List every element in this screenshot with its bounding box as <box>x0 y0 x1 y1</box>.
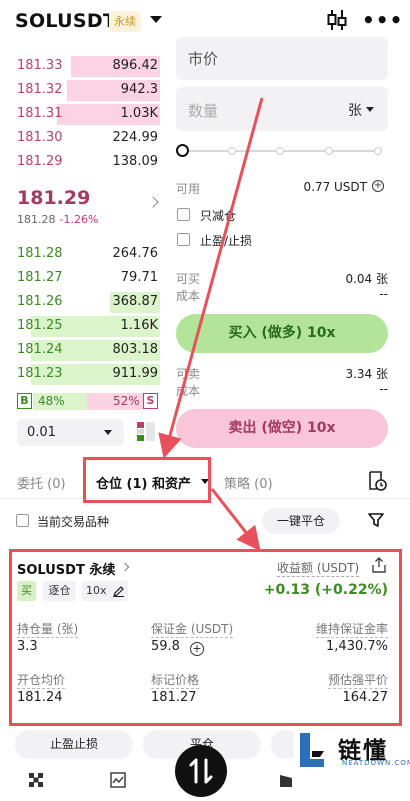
bid-price: 181.24 <box>17 342 63 357</box>
tp-sl-label: 止盈/止损 <box>200 234 253 248</box>
bid-row[interactable]: 181.28 264.76 <box>0 243 160 266</box>
precision-value: 0.01 <box>27 425 56 440</box>
ask-row[interactable]: 181.32 942.3 <box>0 79 160 102</box>
ask-price: 181.29 <box>17 154 63 169</box>
chevron-down-icon <box>366 107 374 112</box>
slider-step[interactable] <box>374 147 382 155</box>
order-type-field[interactable]: 市价 <box>176 37 388 80</box>
watermark: 链懂 NEATDOWN.COM <box>294 729 410 771</box>
current-symbol-label: 当前交易品种 <box>37 515 110 529</box>
bid-qty: 79.71 <box>120 270 158 285</box>
sell-label: S <box>143 393 158 409</box>
reduce-only-checkbox[interactable] <box>177 208 190 221</box>
ask-price: 181.33 <box>17 58 63 73</box>
tab-orders[interactable]: 委托 (0) <box>17 473 66 492</box>
cost-label: 成本 <box>176 289 201 303</box>
slider-thumb[interactable] <box>176 144 189 157</box>
cost-value: -- <box>379 287 388 301</box>
trade-switch-button[interactable] <box>175 745 227 797</box>
sell-ratio: 52% <box>113 394 140 408</box>
candlestick-icon[interactable] <box>326 8 348 32</box>
bid-row[interactable]: 181.26 368.87 <box>0 291 160 314</box>
order-type-value: 市价 <box>188 50 219 68</box>
bid-price: 181.26 <box>17 294 63 309</box>
price-change: -1.26% <box>59 213 99 226</box>
ask-row[interactable]: 181.29 138.09 <box>0 151 160 174</box>
quantity-placeholder: 数量 <box>188 102 219 120</box>
chart-icon[interactable] <box>110 772 126 788</box>
ask-price: 181.30 <box>17 130 63 145</box>
bid-qty: 803.18 <box>112 342 159 357</box>
buy-long-button[interactable]: 买入 (做多) 10x <box>176 314 388 353</box>
bid-qty: 911.99 <box>112 366 159 381</box>
buy-label: B <box>17 393 32 409</box>
watermark-sub: NEATDOWN.COM <box>342 759 410 767</box>
quantity-unit[interactable]: 张 <box>348 100 362 120</box>
bid-qty: 264.76 <box>112 246 159 261</box>
mark-price: 181.28 <box>17 213 56 226</box>
precision-select[interactable]: 0.01 <box>17 419 124 446</box>
bid-price: 181.27 <box>17 270 63 285</box>
filter-icon[interactable] <box>368 512 384 528</box>
slider-step[interactable] <box>325 147 333 155</box>
current-symbol-checkbox[interactable] <box>16 514 29 527</box>
annotation-box-position <box>9 549 402 726</box>
mark-price-line: 181.28 -1.26% <box>17 213 98 226</box>
ask-row[interactable]: 181.31 1.03K <box>0 103 160 126</box>
available-value: 0.77 USDT <box>303 180 367 194</box>
history-icon[interactable] <box>367 470 387 492</box>
last-price: 181.29 <box>17 187 91 209</box>
orderbook-layout-icon[interactable] <box>136 421 156 443</box>
can-sell-value: 3.34 张 <box>345 367 388 381</box>
ask-row[interactable]: 181.33 896.42 <box>0 55 160 78</box>
neatdown-logo <box>300 733 324 767</box>
tp-sl-checkbox[interactable] <box>177 233 190 246</box>
available-label: 可用 <box>176 182 201 196</box>
bid-row[interactable]: 181.25 1.16K <box>0 315 160 338</box>
bid-qty: 368.87 <box>112 294 159 309</box>
slider-step[interactable] <box>228 147 236 155</box>
buy-sell-ratio: B 48% 52% S <box>17 393 158 411</box>
bid-row[interactable]: 181.23 911.99 <box>0 363 160 386</box>
slider-step[interactable] <box>276 147 284 155</box>
can-sell-label: 可卖 <box>176 367 201 381</box>
ask-qty: 138.09 <box>112 154 159 169</box>
wallet-icon[interactable] <box>278 772 294 788</box>
bid-row[interactable]: 181.27 79.71 <box>0 267 160 290</box>
ask-price: 181.31 <box>17 106 63 121</box>
swap-icon <box>189 758 213 784</box>
bid-price: 181.28 <box>17 246 63 261</box>
cost2-label: 成本 <box>176 384 201 398</box>
ask-qty: 1.03K <box>120 106 158 121</box>
ask-qty: 942.3 <box>120 82 158 97</box>
bid-price: 181.25 <box>17 318 63 333</box>
tp-sl-button[interactable]: 止盈止损 <box>15 730 133 759</box>
ask-row[interactable]: 181.30 224.99 <box>0 127 160 150</box>
more-icon[interactable]: ••• <box>362 8 402 32</box>
bid-price: 181.23 <box>17 366 63 381</box>
can-buy-value: 0.04 张 <box>345 272 388 286</box>
can-buy-label: 可买 <box>176 272 201 286</box>
ask-price: 181.32 <box>17 82 63 97</box>
bid-qty: 1.16K <box>120 318 158 333</box>
bid-row[interactable]: 181.24 803.18 <box>0 339 160 362</box>
close-all-button[interactable]: 一键平仓 <box>262 508 340 534</box>
tab-strategy[interactable]: 策略 (0) <box>224 473 273 492</box>
chevron-down-icon <box>104 430 112 435</box>
ask-qty: 896.42 <box>112 58 159 73</box>
market-icon[interactable] <box>28 772 44 788</box>
chevron-right-icon[interactable] <box>147 196 159 208</box>
sell-short-button[interactable]: 卖出 (做空) 10x <box>176 409 388 448</box>
pair-title[interactable]: SOLUSDT <box>15 10 116 32</box>
perpetual-tag: 永续 <box>109 11 141 32</box>
ask-qty: 224.99 <box>112 130 159 145</box>
buy-ratio: 48% <box>38 394 65 408</box>
plus-circle-icon[interactable]: + <box>372 180 384 192</box>
cost2-value: -- <box>379 382 388 396</box>
quantity-input[interactable]: 数量 张 <box>176 87 388 131</box>
pair-dropdown-icon[interactable] <box>150 16 162 23</box>
annotation-box-tab <box>83 457 211 503</box>
reduce-only-label: 只减仓 <box>200 209 237 223</box>
